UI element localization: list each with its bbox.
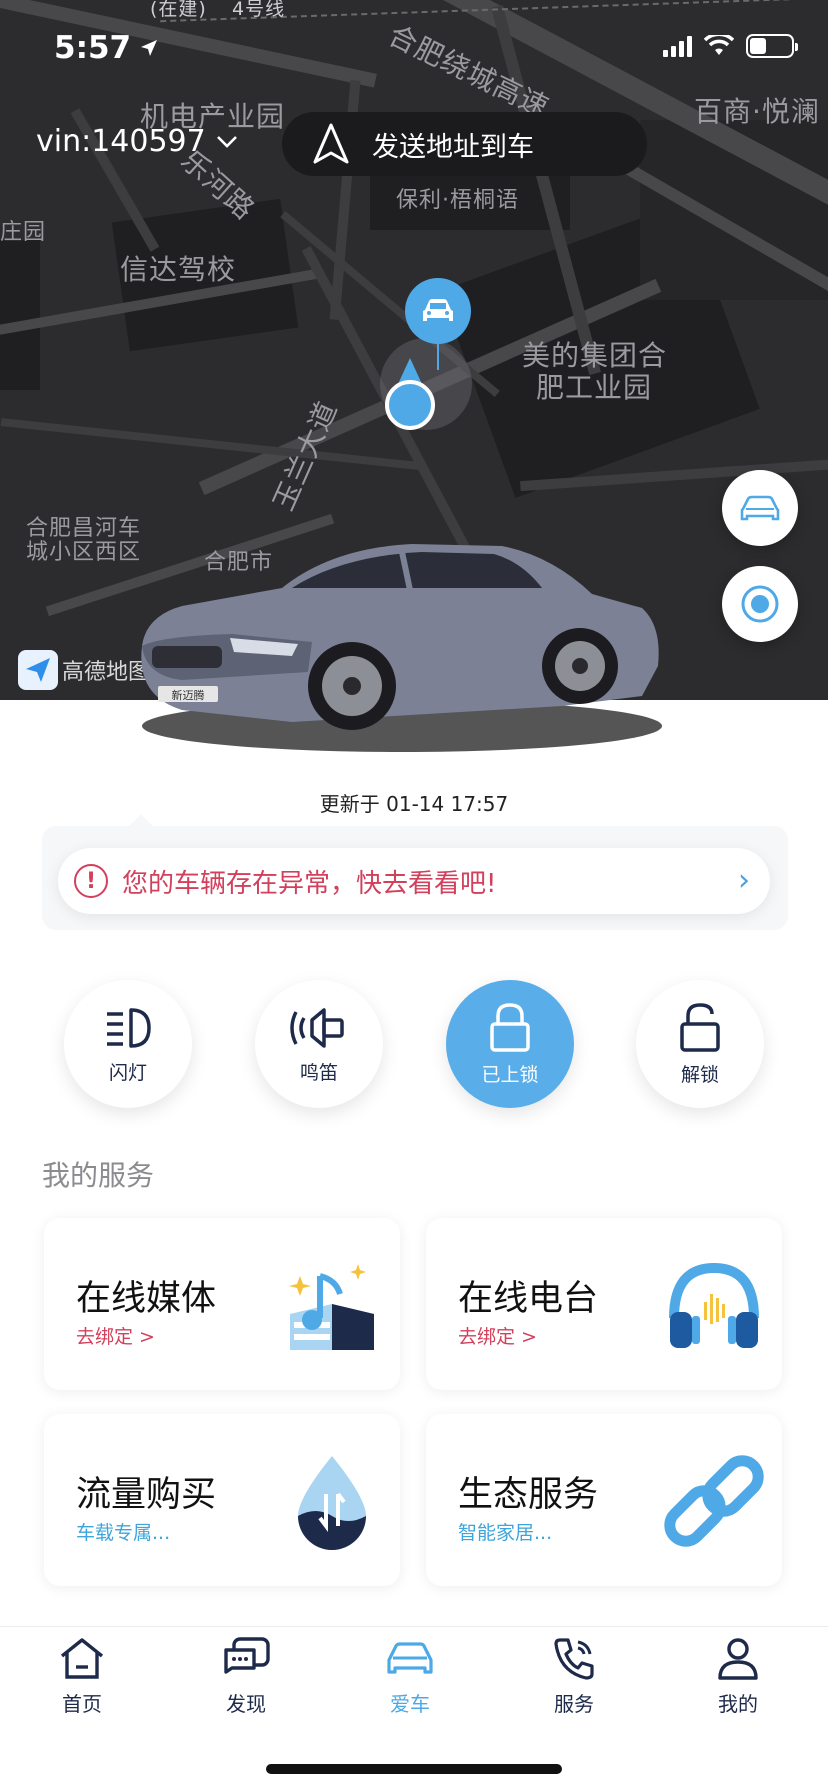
- battery-icon: [746, 34, 798, 58]
- map-label: 4号线: [232, 0, 286, 20]
- paper-plane-icon: [26, 658, 50, 682]
- headphones-icon: [669, 1262, 759, 1348]
- tab-label: 发现: [226, 1692, 266, 1716]
- tab-discover[interactable]: 发现: [196, 1636, 296, 1717]
- status-icons: [663, 34, 798, 58]
- tab-label: 爱车: [390, 1692, 430, 1716]
- tab-label: 首页: [62, 1692, 102, 1716]
- send-address-button[interactable]: 发送地址到车: [282, 112, 647, 176]
- tab-home[interactable]: 首页: [32, 1636, 132, 1717]
- my-location-dot: [385, 380, 435, 430]
- vehicle-image: 新迈腾: [141, 544, 662, 752]
- tab-my-car[interactable]: 爱车: [360, 1636, 460, 1717]
- map-label: 信达驾校: [120, 253, 237, 286]
- target-icon: [741, 585, 779, 623]
- service-subtitle[interactable]: 去绑定 >: [458, 1322, 537, 1349]
- service-title: 流量购买: [76, 1475, 217, 1515]
- update-time: 更新于 01-14 17:57: [319, 792, 509, 816]
- services-title: 我的服务: [42, 1159, 155, 1192]
- service-title: 生态服务: [458, 1475, 599, 1515]
- signal-icon: [663, 35, 692, 57]
- service-subtitle[interactable]: 车载专属...: [76, 1518, 170, 1545]
- flash-lights-label: 闪灯: [108, 1061, 147, 1084]
- chat-icon: [224, 1637, 270, 1674]
- service-subtitle[interactable]: 智能家居...: [458, 1518, 552, 1545]
- locate-me-button[interactable]: [722, 566, 798, 642]
- unlock-label: 解锁: [680, 1063, 719, 1086]
- plate-badge: 新迈腾: [172, 688, 205, 702]
- wifi-icon: [704, 35, 734, 55]
- unlock-button[interactable]: 解锁: [636, 980, 764, 1108]
- vin-label: vin:140597: [36, 124, 206, 159]
- service-card-online-radio[interactable]: 在线电台 去绑定 >: [426, 1218, 782, 1390]
- map-label: (在建): [150, 0, 207, 20]
- vin-selector[interactable]: vin:140597: [36, 124, 238, 159]
- service-title: 在线媒体: [76, 1279, 217, 1319]
- flash-lights-button[interactable]: 闪灯: [64, 980, 192, 1108]
- map-label: 百商·悦澜: [694, 95, 820, 128]
- car-icon: [423, 299, 453, 321]
- service-title: 在线电台: [458, 1279, 599, 1319]
- horn-button[interactable]: 鸣笛: [255, 980, 383, 1108]
- horn-icon: [290, 1007, 344, 1048]
- map-label: 保利·梧桐语: [396, 188, 519, 213]
- car-outline-icon: [740, 495, 780, 521]
- service-card-ecosystem[interactable]: 生态服务 智能家居...: [426, 1414, 782, 1586]
- phone-icon: [554, 1638, 594, 1680]
- music-box-icon: [289, 1264, 374, 1350]
- service-card-online-media[interactable]: 在线媒体 去绑定 >: [44, 1218, 400, 1390]
- lock-label: 已上锁: [481, 1063, 539, 1086]
- home-indicator: [266, 1764, 562, 1774]
- tab-service[interactable]: 服务: [524, 1636, 624, 1717]
- vehicle-alert-banner[interactable]: ! 您的车辆存在异常，快去看看吧! ›: [58, 848, 770, 914]
- location-arrow-icon: [141, 40, 158, 56]
- exclamation-icon: !: [74, 864, 108, 898]
- data-drop-icon: [298, 1456, 366, 1550]
- lock-open-icon: [680, 1002, 720, 1052]
- user-icon: [718, 1638, 758, 1680]
- chevron-down-icon: [216, 135, 237, 148]
- headlight-icon: [107, 1007, 151, 1048]
- alert-text: 您的车辆存在异常，快去看看吧!: [122, 868, 497, 899]
- send-address-label: 发送地址到车: [372, 131, 534, 163]
- tab-label: 我的: [718, 1692, 758, 1716]
- tab-label: 服务: [554, 1692, 594, 1716]
- service-subtitle[interactable]: 去绑定 >: [76, 1322, 155, 1349]
- car-icon: [387, 1642, 433, 1674]
- chain-link-icon: [664, 1455, 764, 1547]
- chevron-right-icon: ›: [738, 863, 750, 898]
- locate-car-button[interactable]: [722, 470, 798, 546]
- horn-label: 鸣笛: [299, 1061, 338, 1084]
- map-label: 肥工业园: [536, 371, 653, 404]
- home-icon: [60, 1638, 104, 1679]
- car-location-pin[interactable]: [405, 278, 471, 344]
- lock-button[interactable]: 已上锁: [446, 980, 574, 1108]
- status-time: 5:57: [54, 30, 159, 66]
- navigation-arrow-icon: [313, 123, 349, 164]
- service-card-data-purchase[interactable]: 流量购买 车载专属...: [44, 1414, 400, 1586]
- lock-closed-icon: [490, 1002, 530, 1052]
- tab-me[interactable]: 我的: [688, 1636, 788, 1717]
- map-label: 庄园: [0, 220, 47, 245]
